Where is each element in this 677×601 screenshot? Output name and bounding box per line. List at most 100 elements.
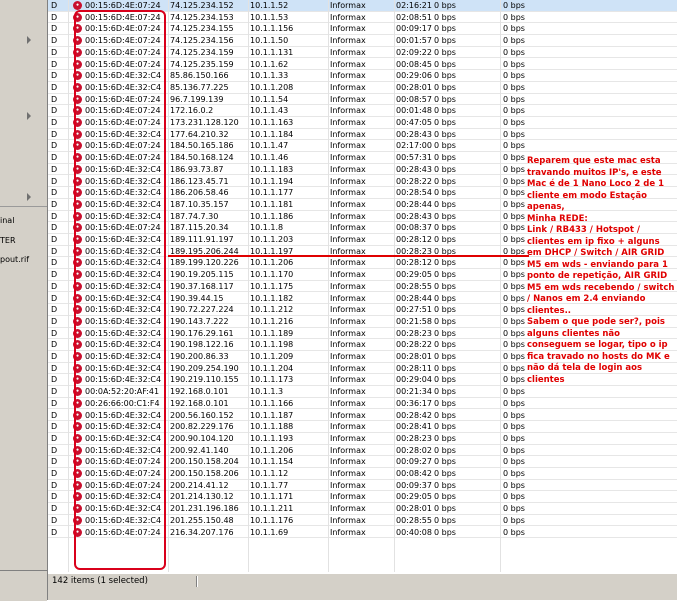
mac-address: 00:15:6D:4E:32:C4: [85, 176, 162, 186]
rx-rate: 0 bps: [434, 375, 456, 385]
table-row[interactable]: • D 00:15:6D:4E:32:C4 201.255.150.48 10.1.1.…: [48, 515, 677, 527]
row-flag: D: [51, 47, 58, 57]
to-address: 10.1.1.54: [250, 94, 289, 104]
table-row[interactable]: • D 00:15:6D:4E:07:24 74.125.234.156 10.1.1.…: [48, 35, 677, 47]
host-status-icon: •: [73, 398, 82, 408]
column-separator: [394, 0, 395, 572]
table-row[interactable]: • D 00:15:6D:4E:07:24 74.125.234.159 10.1.1.…: [48, 47, 677, 59]
host-status-icon: •: [73, 258, 82, 268]
uptime: 00:28:44: [396, 199, 432, 209]
table-row[interactable]: • D 00:15:6D:4E:32:C4 85.136.77.225 10.1.1.2…: [48, 82, 677, 94]
table-row[interactable]: • D 00:15:6D:4E:07:24 74.125.235.159 10.1.1.…: [48, 59, 677, 71]
to-address: 10.1.1.182: [250, 293, 294, 303]
mac-address: 00:15:6D:4E:32:C4: [85, 258, 162, 268]
uptime: 02:08:51: [396, 12, 432, 22]
tx-rate: 0 bps: [503, 352, 525, 361]
tx-rate: 0 bps: [503, 480, 525, 490]
table-row[interactable]: • D 00:0A:52:20:AF:41 192.168.0.101 10.1.1.3…: [48, 386, 677, 398]
rx-rate: 0 bps: [434, 363, 456, 373]
chevron-right-icon[interactable]: [27, 112, 31, 120]
ip-address: 74.125.235.159: [170, 59, 234, 69]
ip-address: 190.39.44.15: [170, 293, 224, 303]
server-name: Informax: [330, 188, 366, 198]
row-flag: D: [51, 153, 58, 163]
chevron-right-icon[interactable]: [27, 36, 31, 44]
table-row[interactable]: • D 00:15:6D:4E:07:24 173.231.128.120 10.1.1…: [48, 117, 677, 129]
ip-address: 187.115.20.34: [170, 223, 229, 233]
server-name: Informax: [330, 398, 366, 408]
tx-rate: 0 bps: [503, 375, 525, 385]
host-status-icon: •: [73, 153, 82, 163]
tx-rate: 0 bps: [503, 94, 525, 104]
uptime: 00:28:23: [396, 433, 432, 443]
tx-rate: 0 bps: [503, 211, 525, 221]
table-row[interactable]: • D 00:15:6D:4E:07:24 74.125.234.152 10.1.1.…: [48, 0, 677, 12]
ip-address: 216.34.207.176: [170, 527, 234, 537]
chevron-right-icon[interactable]: [27, 193, 31, 201]
table-row[interactable]: • D 00:15:6D:4E:07:24 74.125.234.155 10.1.1.…: [48, 23, 677, 36]
server-name: Informax: [330, 422, 366, 432]
sidebar-item[interactable]: inal: [0, 216, 14, 225]
to-address: 10.1.1.170: [250, 270, 294, 280]
rx-rate: 0 bps: [434, 82, 456, 92]
table-row[interactable]: • D 00:15:6D:4E:07:24 200.150.158.204 10.1.1…: [48, 456, 677, 468]
ip-address: 192.168.0.101: [170, 387, 229, 397]
server-name: Informax: [330, 1, 366, 10]
table-row[interactable]: • D 00:15:6D:4E:32:C4 201.214.130.12 10.1.1.…: [48, 491, 677, 504]
mac-address: 00:15:6D:4E:32:C4: [85, 293, 162, 303]
table-row[interactable]: • D 00:26:66:00:C1:F4 192.168.0.101 10.1.1.1…: [48, 398, 677, 410]
server-name: Informax: [330, 199, 366, 209]
mac-address: 00:15:6D:4E:07:24: [85, 527, 161, 537]
table-row[interactable]: • D 00:15:6D:4E:07:24 74.125.234.153 10.1.1.…: [48, 12, 677, 24]
ip-address: 200.150.158.206: [170, 469, 239, 478]
server-name: Informax: [330, 363, 366, 373]
table-row[interactable]: • D 00:15:6D:4E:32:C4 200.56.160.152 10.1.1.…: [48, 410, 677, 422]
mac-address: 00:15:6D:4E:07:24: [85, 141, 161, 151]
annotation-notes: Reparem que este mac esta travando muito…: [527, 156, 677, 386]
uptime: 00:28:23: [396, 328, 432, 338]
tx-rate: 0 bps: [503, 504, 525, 514]
table-row[interactable]: • D 00:15:6D:4E:32:C4 200.90.104.120 10.1.1.…: [48, 433, 677, 445]
mac-address: 00:15:6D:4E:32:C4: [85, 164, 162, 174]
table-row[interactable]: • D 00:15:6D:4E:07:24 216.34.207.176 10.1.1.…: [48, 527, 677, 539]
server-name: Informax: [330, 305, 366, 315]
host-status-icon: •: [73, 176, 82, 186]
host-status-icon: •: [73, 422, 82, 432]
column-separator: [68, 0, 69, 572]
uptime: 00:29:06: [396, 71, 432, 81]
table-row[interactable]: • D 00:15:6D:4E:32:C4 201.231.196.186 10.1.1…: [48, 503, 677, 515]
table-row[interactable]: • D 00:15:6D:4E:07:24 200.150.158.206 10.1.1…: [48, 468, 677, 480]
server-name: Informax: [330, 328, 366, 338]
status-bar: 142 items (1 selected): [48, 573, 677, 589]
tx-rate: 0 bps: [503, 71, 525, 81]
host-status-icon: •: [73, 12, 82, 22]
table-row[interactable]: • D 00:15:6D:4E:32:C4 177.64.210.32 10.1.1.1…: [48, 129, 677, 141]
uptime: 00:28:43: [396, 164, 432, 174]
server-name: Informax: [330, 258, 366, 268]
table-row[interactable]: • D 00:15:6D:4E:32:C4 85.86.150.166 10.1.1.3…: [48, 70, 677, 82]
table-row[interactable]: • D 00:15:6D:4E:07:24 200.214.41.12 10.1.1.7…: [48, 480, 677, 492]
row-flag: D: [51, 363, 58, 373]
tx-rate: 0 bps: [503, 129, 525, 139]
table-row[interactable]: • D 00:15:6D:4E:32:C4 200.82.229.176 10.1.1.…: [48, 421, 677, 433]
sidebar-item[interactable]: pout.rif: [0, 255, 29, 264]
row-flag: D: [51, 469, 58, 478]
rx-rate: 0 bps: [434, 36, 456, 46]
table-row[interactable]: • D 00:15:6D:4E:07:24 96.7.199.139 10.1.1.54…: [48, 94, 677, 106]
host-status-icon: •: [73, 328, 82, 338]
table-row[interactable]: • D 00:15:6D:4E:07:24 172.16.0.2 10.1.1.43 In…: [48, 105, 677, 117]
host-status-icon: •: [73, 445, 82, 455]
rx-rate: 0 bps: [434, 305, 456, 315]
server-name: Informax: [330, 94, 366, 104]
sidebar-item[interactable]: TER: [0, 236, 16, 245]
mac-address: 00:15:6D:4E:32:C4: [85, 375, 162, 385]
uptime: 00:28:11: [396, 363, 432, 373]
uptime: 00:09:37: [396, 480, 432, 490]
server-name: Informax: [330, 515, 366, 525]
rx-rate: 0 bps: [434, 398, 456, 408]
table-row[interactable]: • D 00:15:6D:4E:07:24 184.50.165.186 10.1.1.…: [48, 140, 677, 153]
uptime: 02:09:22: [396, 47, 432, 57]
ip-address: 201.255.150.48: [170, 515, 234, 525]
table-row[interactable]: • D 00:15:6D:4E:32:C4 200.92.41.140 10.1.1.2…: [48, 445, 677, 457]
mac-address: 00:15:6D:4E:32:C4: [85, 199, 162, 209]
